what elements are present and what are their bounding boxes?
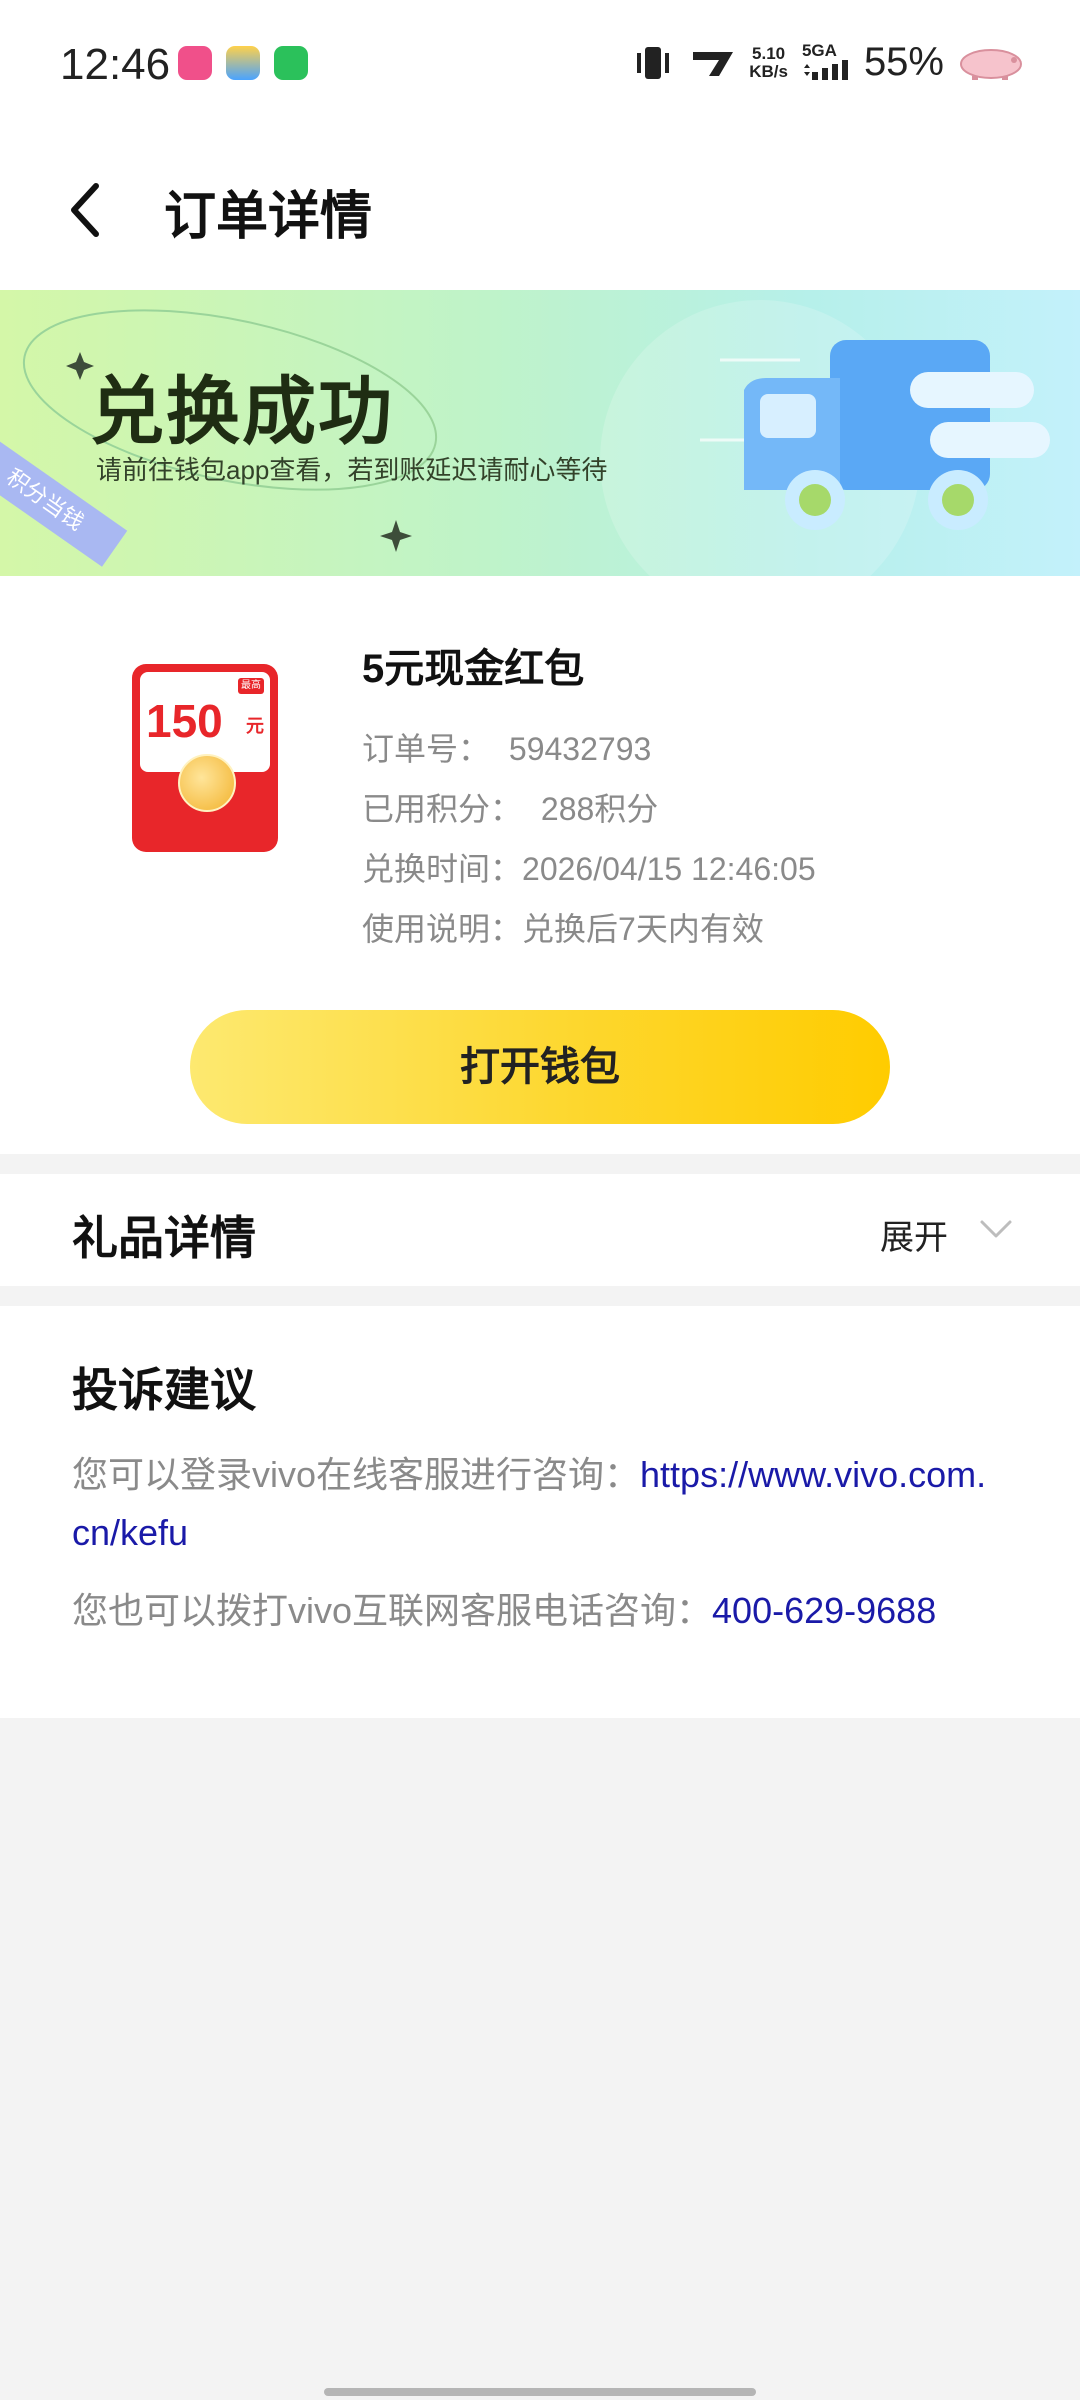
gift-details-title: 礼品详情	[72, 1212, 256, 1264]
expand-toggle[interactable]: 展开	[880, 1210, 948, 1259]
banner-title: 兑换成功	[90, 370, 394, 453]
network-label: 5GA	[801, 40, 837, 60]
exchange-time-label: 兑换时间：	[362, 851, 523, 887]
home-indicator[interactable]	[324, 2388, 756, 2396]
net-speed-unit: KB/s	[749, 61, 788, 81]
online-service-label: 您可以登录vivo在线客服进行咨询：	[72, 1454, 641, 1495]
bilibili-icon	[178, 46, 212, 80]
battery-pig-icon	[960, 48, 1022, 80]
order-number-value: 59432793	[508, 731, 652, 767]
points-label: 已用积分：	[362, 791, 523, 827]
red-packet-tag: 最高	[238, 678, 264, 694]
status-right: 5.10 KB/s 5GA 55%	[631, 40, 1024, 85]
complaint-title: 投诉建议	[72, 1364, 256, 1416]
hotline-label: 您也可以拨打vivo互联网客服电话咨询：	[72, 1590, 713, 1631]
notification-icons	[178, 46, 308, 80]
success-banner: 积分当钱 兑换成功 请前往钱包app查看，若到账延迟请耐心等待	[0, 290, 1080, 576]
red-packet-image: 最高 150 元	[132, 664, 278, 852]
top-app-bar: 订单详情	[0, 130, 1080, 290]
complaint-section: 投诉建议 您可以登录vivo在线客服进行咨询：https://www.vivo.…	[0, 1306, 1080, 1718]
wallet-app-icon	[226, 46, 260, 80]
back-arrow-icon[interactable]	[62, 180, 112, 240]
product-name: 5元现金红包	[362, 647, 585, 691]
coin-icon	[178, 754, 236, 812]
usage-value: 兑换后7天内有效	[522, 911, 764, 947]
points-value: 288积分	[540, 791, 659, 827]
battery-percent: 55%	[863, 40, 944, 84]
order-number-row: 订单号： 59432793	[362, 724, 651, 770]
hotline-text: 您也可以拨打vivo互联网客服电话咨询：400-629-9688	[72, 1582, 1022, 1640]
page-title: 订单详情	[164, 188, 373, 246]
network-type: 5GA	[801, 40, 850, 84]
signal-icon	[803, 59, 848, 80]
online-service-text: 您可以登录vivo在线客服进行咨询：https://www.vivo.com.c…	[72, 1446, 1002, 1562]
status-time: 12:46	[60, 40, 171, 89]
delivery-truck-icon	[744, 340, 1050, 530]
status-bar: 12:46 5.10 KB/s 5GA 55%	[0, 0, 1080, 130]
net-speed-value: 5.10	[752, 43, 786, 63]
wechat-icon	[274, 46, 308, 80]
open-wallet-button[interactable]: 打开钱包	[190, 1010, 890, 1124]
red-packet-unit: 元	[246, 716, 264, 736]
order-card: 最高 150 元 5元现金红包 订单号： 59432793 已用积分： 288积…	[0, 576, 1080, 1154]
red-packet-amount: 150	[146, 695, 223, 747]
exchange-time-row: 兑换时间：2026/04/15 12:46:05	[362, 844, 816, 890]
vibrate-icon	[637, 46, 670, 79]
net-speed: 5.10 KB/s	[749, 43, 788, 81]
points-row: 已用积分： 288积分	[362, 784, 658, 830]
usage-row: 使用说明：兑换后7天内有效	[362, 904, 764, 950]
hotline-phone-link[interactable]: 400-629-9688	[712, 1590, 936, 1631]
gift-details-section[interactable]: 礼品详情 展开	[0, 1174, 1080, 1286]
exchange-time-value: 2026/04/15 12:46:05	[522, 851, 816, 887]
order-number-label: 订单号：	[362, 731, 491, 767]
usage-label: 使用说明：	[362, 911, 523, 947]
banner-subtitle: 请前往钱包app查看，若到账延迟请耐心等待	[96, 455, 608, 485]
chevron-down-icon[interactable]	[978, 1214, 1014, 1244]
carrier-logo-icon	[693, 51, 734, 76]
